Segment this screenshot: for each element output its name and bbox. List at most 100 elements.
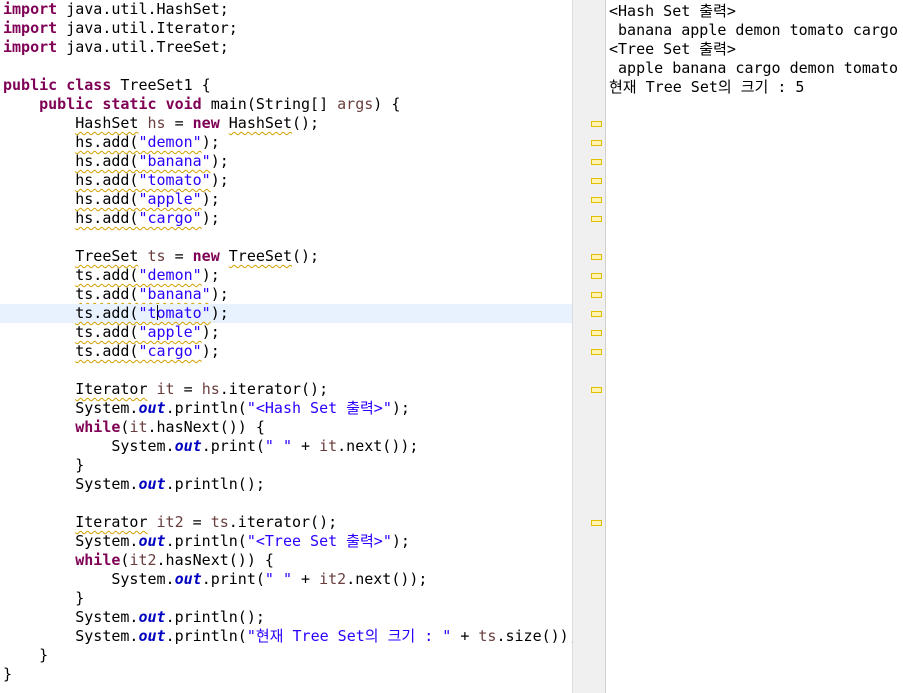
code-line-1[interactable]: import java.util.HashSet;: [0, 0, 572, 19]
code-line-9[interactable]: hs.add("banana");: [0, 152, 572, 171]
code-token: ts.add(: [75, 285, 139, 303]
code-token: hs.add(: [75, 152, 139, 170]
code-token: .println();: [165, 608, 265, 626]
code-token: TreeSet1 {: [111, 76, 211, 94]
java-code-editor[interactable]: import java.util.HashSet; import java.uti…: [0, 0, 572, 693]
warning-marker-icon[interactable]: [591, 140, 602, 146]
code-line-25[interactable]: }: [0, 456, 572, 475]
code-line-32[interactable]: }: [0, 589, 572, 608]
code-line-8[interactable]: hs.add("demon");: [0, 133, 572, 152]
code-token: ts.add(: [75, 266, 139, 284]
code-token: out: [138, 627, 166, 645]
code-token: );: [201, 190, 220, 208]
code-token: .println(: [165, 532, 247, 550]
warning-marker-icon[interactable]: [591, 349, 602, 355]
code-token: .print(: [201, 570, 265, 588]
code-line-33[interactable]: System.out.println();: [0, 608, 572, 627]
code-line-15[interactable]: ts.add("demon");: [0, 266, 572, 285]
code-token: void: [165, 95, 202, 113]
code-line-34[interactable]: System.out.println("현재 Tree Set의 크기 : " …: [0, 627, 572, 646]
warning-marker-icon[interactable]: [591, 520, 602, 526]
warning-marker-icon[interactable]: [591, 121, 602, 127]
code-token: static: [102, 95, 157, 113]
code-line-30[interactable]: while(it2.hasNext()) {: [0, 551, 572, 570]
code-token: it2: [129, 551, 157, 569]
code-token: +: [451, 627, 479, 645]
code-line-31[interactable]: System.out.print(" " + it2.next());: [0, 570, 572, 589]
code-token: hs.add(: [75, 171, 139, 189]
warning-marker-icon[interactable]: [591, 178, 602, 184]
warning-marker-icon[interactable]: [591, 197, 602, 203]
code-token: main(String[]: [201, 95, 338, 113]
code-token: TreeSet: [228, 247, 292, 265]
code-token: "banana": [138, 152, 211, 170]
code-token: new: [192, 114, 220, 132]
console-line: <Hash Set 출력>: [609, 2, 736, 20]
code-token: import: [3, 0, 58, 18]
code-line-26[interactable]: System.out.println();: [0, 475, 572, 494]
code-token: ();: [292, 114, 320, 132]
code-line-2[interactable]: import java.util.Iterator;: [0, 19, 572, 38]
code-token: .hasNext()) {: [147, 418, 265, 436]
code-token: System.: [3, 475, 139, 493]
code-token: .println();: [165, 475, 265, 493]
warning-marker-icon[interactable]: [591, 330, 602, 336]
code-token: hs: [201, 380, 220, 398]
code-line-12[interactable]: hs.add("cargo");: [0, 209, 572, 228]
code-token: hs.add(: [75, 209, 139, 227]
code-line-16[interactable]: ts.add("banana");: [0, 285, 572, 304]
warning-marker-icon[interactable]: [591, 254, 602, 260]
code-token: hs: [147, 114, 166, 132]
overview-ruler[interactable]: [572, 0, 606, 693]
code-token: "apple": [138, 323, 202, 341]
code-token: );: [391, 532, 410, 550]
code-line-18[interactable]: ts.add("apple");: [0, 323, 572, 342]
code-token: "demon": [138, 133, 202, 151]
code-line-36[interactable]: }: [0, 665, 572, 684]
code-token: =: [165, 247, 193, 265]
code-token: +: [292, 437, 320, 455]
code-line-14[interactable]: TreeSet ts = new TreeSet();: [0, 247, 572, 266]
code-line-17[interactable]: ts.add("tomato");: [0, 304, 572, 323]
code-line-24[interactable]: System.out.print(" " + it.next());: [0, 437, 572, 456]
code-line-10[interactable]: hs.add("tomato");: [0, 171, 572, 190]
console-output[interactable]: <Hash Set 출력> banana apple demon tomato …: [606, 0, 903, 693]
code-line-22[interactable]: System.out.println("<Hash Set 출력>");: [0, 399, 572, 418]
code-line-11[interactable]: hs.add("apple");: [0, 190, 572, 209]
code-token: it: [156, 380, 175, 398]
code-token: =: [174, 380, 202, 398]
code-token: ) {: [373, 95, 401, 113]
code-line-28[interactable]: Iterator it2 = ts.iterator();: [0, 513, 572, 532]
code-token: ts: [147, 247, 166, 265]
code-line-35[interactable]: }: [0, 646, 572, 665]
code-line-29[interactable]: System.out.println("<Tree Set 출력>");: [0, 532, 572, 551]
code-line-21[interactable]: Iterator it = hs.iterator();: [0, 380, 572, 399]
code-line-5[interactable]: public class TreeSet1 {: [0, 76, 572, 95]
code-line-7[interactable]: HashSet hs = new HashSet();: [0, 114, 572, 133]
code-line-23[interactable]: while(it.hasNext()) {: [0, 418, 572, 437]
code-token: "tomato": [138, 171, 211, 189]
warning-marker-icon[interactable]: [591, 387, 602, 393]
warning-marker-icon[interactable]: [591, 216, 602, 222]
warning-marker-icon[interactable]: [591, 311, 602, 317]
warning-marker-icon[interactable]: [591, 273, 602, 279]
code-line-20[interactable]: [0, 361, 572, 380]
code-token: it: [129, 418, 148, 436]
code-line-3[interactable]: import java.util.TreeSet;: [0, 38, 572, 57]
code-line-13[interactable]: [0, 228, 572, 247]
code-token: hs.add(: [75, 133, 139, 151]
code-line-27[interactable]: [0, 494, 572, 513]
code-token: it: [319, 437, 338, 455]
warning-marker-icon[interactable]: [591, 159, 602, 165]
code-line-6[interactable]: public static void main(String[] args) {: [0, 95, 572, 114]
code-line-4[interactable]: [0, 57, 572, 76]
code-token: out: [174, 570, 202, 588]
code-line-19[interactable]: ts.add("cargo");: [0, 342, 572, 361]
warning-marker-icon[interactable]: [591, 292, 602, 298]
code-token: import: [3, 38, 58, 56]
